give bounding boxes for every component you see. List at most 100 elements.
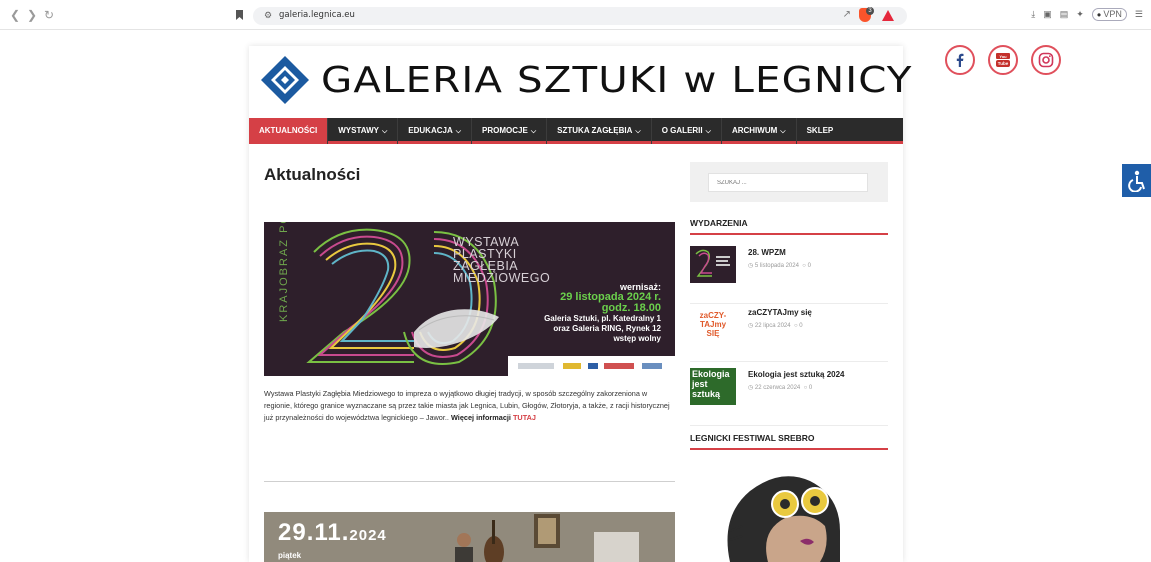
search-input[interactable] [708,173,868,192]
event-title[interactable]: 28. WPZM [748,248,786,257]
url-text[interactable]: galeria.legnica.eu [279,10,355,20]
concert-date-day: 29.11. [278,519,350,546]
sponsor-logo [588,363,598,369]
post1-featured-image[interactable]: KRAJOBRAZ PO— WYSTAWA PLASTYKI ZAGŁĘBIA … [264,222,675,376]
logo-text: GALERIA SZTUKI w LEGNICY [321,59,913,101]
forward-icon[interactable]: ❯ [27,8,37,22]
post1-excerpt: Wystawa Plastyki Zagłębia Miedziowego to… [264,388,676,424]
youtube-icon[interactable]: You Tube [988,45,1018,75]
browser-tools: ⤓ ▣ ▤ ✦ ● VPN ☰ [1031,8,1143,21]
concert-weekday: piątek [278,551,302,560]
more-info-label: Więcej informacji [450,413,511,422]
chevron-down-icon: ⌵ [455,128,462,135]
vpn-button[interactable]: ● VPN [1091,8,1127,21]
shields-count-badge: 3 [866,7,874,15]
svg-text:You: You [999,54,1007,59]
thumb-text: zaCZY-TAJmy SIĘ [699,311,727,338]
brave-rewards-icon[interactable] [882,10,894,21]
event-comments: 0 [807,263,811,269]
nav-edukacja[interactable]: EDUKACJA ⌵ [398,118,473,144]
vpn-label: VPN [1103,9,1122,19]
reload-icon[interactable]: ↻ [44,8,54,22]
vernissage-entry: wstęp wolny [613,334,661,343]
nav-label: SKLEP [806,126,834,135]
nav-promocje[interactable]: PROMOCJE ⌵ [472,118,548,144]
accessibility-button[interactable] [1122,164,1151,197]
exhibition-title: WYSTAWA PLASTYKI ZAGŁĘBIA MIEDZIOWEGO [453,236,551,285]
event-comments: 0 [808,385,813,391]
nav-sztuka-zaglebia[interactable]: SZTUKA ZAGŁĘBIA ⌵ [547,118,652,144]
vernissage-place-2: oraz Galeria RING, Rynek 12 [553,324,661,333]
event-meta: ◷ 22 lipca 2024 ○ 0 [748,323,803,329]
sponsor-logo [518,363,554,369]
chevron-down-icon: ⌵ [635,128,641,135]
event-thumbnail[interactable]: Ekologia jest sztuką [690,368,736,405]
nav-label: O GALERII [661,126,703,135]
chevron-down-icon: ⌵ [381,128,388,135]
page-title: Aktualności [264,165,361,184]
chevron-down-icon: ⌵ [780,128,786,135]
site-container: GALERIA SZTUKI w LEGNICY AKTUALNOŚCI WYS… [249,46,911,562]
post-divider [264,481,675,482]
event-item[interactable]: Ekologia jest sztuką Ekologia jest sztuk… [690,368,888,426]
address-bar[interactable]: ⚙ galeria.legnica.eu ↗ 3 [253,7,907,25]
nav-aktualnosci[interactable]: AKTUALNOŚCI [249,118,329,144]
event-item[interactable]: 28. WPZM ◷ 5 listopada 2024 ○ 0 [690,246,888,304]
site-logo[interactable]: GALERIA SZTUKI w LEGNICY [261,56,911,104]
event-date: 22 lipca 2024 [754,323,791,329]
events-widget-title: WYDARZENIA [690,218,888,235]
browser-toolbar: ❮ ❯ ↻ ⚙ galeria.legnica.eu ↗ 3 ⤓ ▣ ▤ ✦ ●… [0,0,1151,30]
nav-wystawy[interactable]: WYSTAWY ⌵ [328,118,399,144]
leo-icon[interactable]: ✦ [1076,9,1084,20]
instagram-icon[interactable] [1031,45,1061,75]
sponsor-logos [508,356,675,376]
facebook-icon[interactable] [945,45,975,75]
festival-widget-title: LEGNICKI FESTIWAL SREBRO [690,433,888,450]
nav-label: SZTUKA ZAGŁĘBIA [557,126,633,135]
nav-archiwum[interactable]: ARCHIWUM ⌵ [722,118,797,144]
bookmark-icon[interactable] [236,10,243,20]
vernissage-info: wernisaż: 29 listopada 2024 r. godz. 18.… [544,282,661,344]
title-line: MIEDZIOWEGO [453,271,551,285]
event-date: 5 listopada 2024 [754,263,799,269]
sponsor-logo [642,363,662,369]
event-thumbnail[interactable] [690,246,736,283]
share-icon[interactable]: ↗ [843,9,851,20]
festival-illustration [727,476,840,562]
accessibility-icon [1127,170,1145,192]
nav-label: WYSTAWY [338,126,379,135]
download-icon[interactable]: ⤓ [1031,9,1035,20]
nav-label: PROMOCJE [482,126,528,135]
event-title[interactable]: zaCZYTAJmy się [748,308,812,317]
sidebar-icon[interactable]: ▣ [1043,9,1052,20]
search-widget [690,162,888,202]
back-icon[interactable]: ❮ [10,8,20,22]
vernissage-time: godz. 18.00 [601,302,661,314]
event-thumbnail[interactable]: zaCZY-TAJmy SIĘ [690,306,736,343]
concert-date: 29.11.2024 [278,519,387,547]
logo-diamond-icon [261,56,309,104]
sponsor-logo [563,363,581,369]
festival-poster[interactable] [690,456,888,562]
sponsor-logo [604,363,634,369]
side-text: KRAJOBRAZ PO— [278,222,290,322]
thumb-text: Ekologia jest sztuką [692,369,730,399]
main-nav: AKTUALNOŚCI WYSTAWY ⌵ EDUKACJA ⌵ PROMOCJE ⌵… [249,118,903,144]
nav-label: AKTUALNOŚCI [259,126,318,135]
post2-featured-image[interactable]: 29.11.2024 piątek [264,512,675,562]
more-info-link[interactable]: TUTAJ [513,413,536,422]
vernissage-place-1: Galeria Sztuki, pl. Katedralny 1 [544,314,661,323]
nav-label: ARCHIWUM [731,126,778,135]
site-settings-icon[interactable]: ⚙ [264,10,272,21]
event-title[interactable]: Ekologia jest sztuką 2024 [748,370,845,379]
menu-icon[interactable]: ☰ [1135,9,1143,20]
event-item[interactable]: zaCZY-TAJmy SIĘ zaCZYTAJmy się ◷ 22 lipc… [690,304,888,362]
nav-label: EDUKACJA [408,126,453,135]
chevron-down-icon: ⌵ [530,128,537,135]
concert-date-year: 2024 [349,527,387,544]
event-meta: ◷ 22 czerwca 2024 ○ 0 [748,385,813,391]
nav-o-galerii[interactable]: O GALERII ⌵ [652,118,722,144]
wallet-icon[interactable]: ▤ [1060,9,1069,20]
nav-sklep[interactable]: SKLEP [797,118,844,144]
event-comments: 0 [799,323,803,329]
